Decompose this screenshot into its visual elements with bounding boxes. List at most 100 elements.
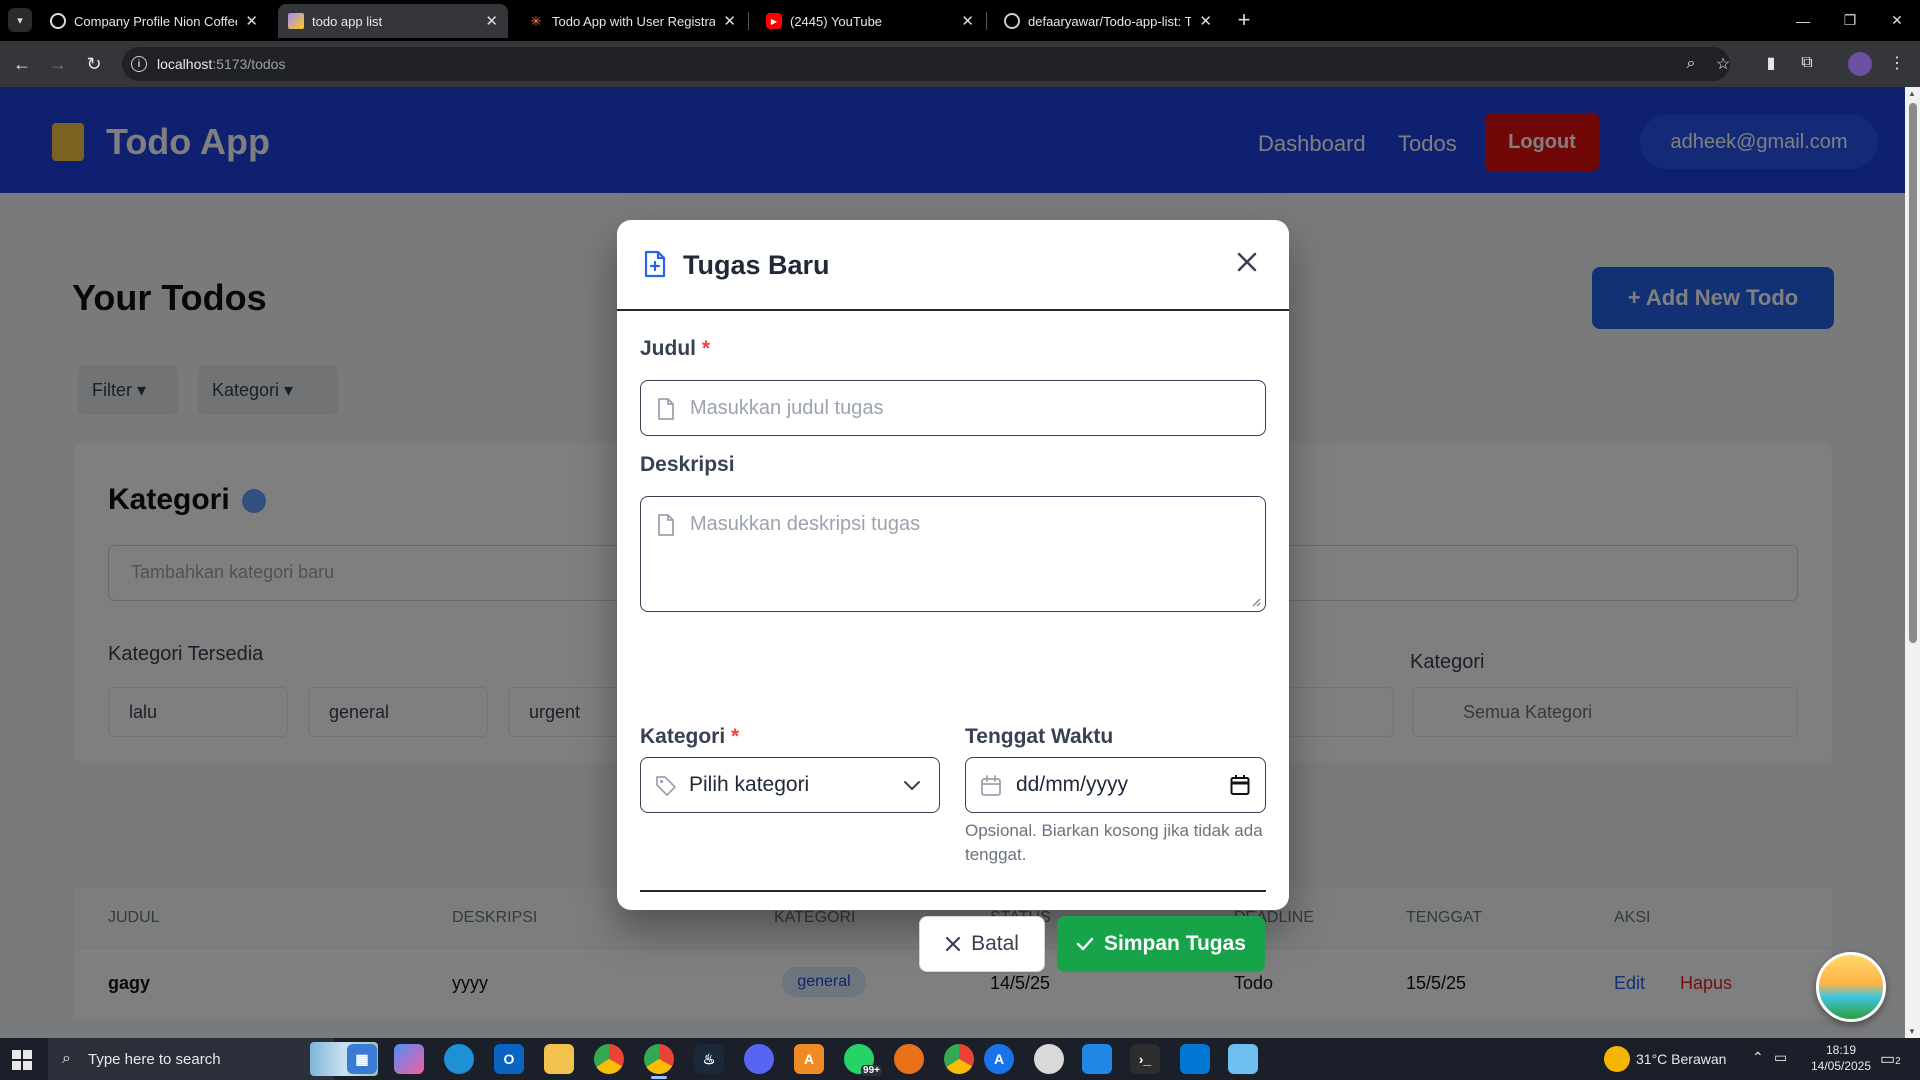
browser-toolbar: ← → ↻ i localhost:5173/todos ⌕ ☆ ▮ ⧉ ⋮ bbox=[0, 41, 1920, 87]
tenggat-value: dd/mm/yyyy bbox=[1016, 773, 1129, 796]
save-task-button[interactable]: Simpan Tugas bbox=[1057, 916, 1265, 972]
forward-icon[interactable]: → bbox=[44, 50, 72, 78]
deskripsi-placeholder: Masukkan deskripsi tugas bbox=[690, 513, 921, 535]
floating-assistant-icon[interactable] bbox=[1816, 952, 1886, 1022]
kategori-select[interactable]: Pilih kategori bbox=[640, 757, 940, 813]
restore-icon[interactable]: ❐ bbox=[1827, 0, 1873, 41]
app-notes-icon[interactable] bbox=[1228, 1044, 1258, 1074]
browser-menu-icon[interactable]: ⋮ bbox=[1886, 52, 1908, 74]
terminal-icon[interactable]: ›_ bbox=[1130, 1044, 1160, 1074]
notification-icon[interactable]: ▭2 bbox=[1880, 1049, 1901, 1069]
bookmark-star-icon[interactable]: ☆ bbox=[1712, 53, 1734, 75]
vscode-icon[interactable] bbox=[1180, 1044, 1210, 1074]
calendar-icon bbox=[981, 775, 1001, 796]
close-tab-icon[interactable]: ✕ bbox=[245, 12, 258, 30]
scroll-thumb[interactable] bbox=[1909, 103, 1917, 643]
tab-divider bbox=[986, 12, 987, 30]
modal-title: Tugas Baru bbox=[683, 250, 830, 280]
tray-chevron-up-icon[interactable]: ⌃ bbox=[1752, 1049, 1764, 1066]
tab-todo-app-list[interactable]: todo app list ✕ bbox=[278, 4, 508, 38]
file-plus-icon bbox=[644, 250, 666, 278]
app-store-icon[interactable]: A bbox=[984, 1044, 1014, 1074]
chrome-active-icon[interactable] bbox=[644, 1044, 674, 1079]
date-picker-icon[interactable] bbox=[1230, 774, 1250, 796]
app-a-icon[interactable]: A bbox=[794, 1044, 824, 1074]
tab-youtube[interactable]: ▶ (2445) YouTube ✕ bbox=[756, 4, 984, 38]
tag-icon bbox=[656, 776, 676, 796]
site-info-icon[interactable]: i bbox=[131, 56, 147, 72]
kategori-label: Kategori * bbox=[640, 725, 740, 748]
extensions-puzzle-icon[interactable]: ⧉ bbox=[1796, 52, 1818, 74]
required-mark: * bbox=[701, 337, 711, 360]
modal-header: Tugas Baru bbox=[617, 220, 1289, 311]
check-icon bbox=[1076, 937, 1094, 951]
file-icon bbox=[658, 514, 674, 536]
outlook-icon[interactable]: O bbox=[494, 1044, 524, 1074]
close-icon[interactable] bbox=[1235, 250, 1259, 274]
app-chart-icon[interactable] bbox=[1082, 1044, 1112, 1074]
close-tab-icon[interactable]: ✕ bbox=[961, 12, 974, 30]
page-scrollbar[interactable]: ▲ ▼ bbox=[1905, 87, 1920, 1038]
close-window-icon[interactable]: ✕ bbox=[1874, 0, 1920, 41]
taskbar-search-box[interactable]: ⌕ Type here to search bbox=[48, 1038, 378, 1080]
zoom-icon[interactable]: ⌕ bbox=[1680, 53, 1702, 75]
close-tab-icon[interactable]: ✕ bbox=[1199, 12, 1212, 30]
kategori-selected-value: Pilih kategori bbox=[689, 773, 810, 796]
minimize-icon[interactable]: — bbox=[1780, 0, 1826, 41]
tab-divider bbox=[748, 12, 749, 30]
deskripsi-textarea[interactable]: Masukkan deskripsi tugas bbox=[640, 496, 1266, 612]
file-explorer-icon[interactable] bbox=[544, 1044, 574, 1074]
chrome-profile-icon[interactable] bbox=[944, 1044, 974, 1074]
resize-handle-icon[interactable] bbox=[1249, 595, 1261, 607]
scroll-down-arrow-icon[interactable]: ▼ bbox=[1908, 1027, 1916, 1036]
copilot-icon[interactable] bbox=[394, 1044, 424, 1074]
whatsapp-badge: 99+ bbox=[861, 1065, 882, 1076]
windows-start-icon[interactable] bbox=[12, 1050, 32, 1070]
close-tab-icon[interactable]: ✕ bbox=[485, 12, 498, 30]
app-orange-icon[interactable] bbox=[894, 1044, 924, 1074]
tab-github[interactable]: defaaryawar/Todo-app-list: Tes ✕ bbox=[994, 4, 1222, 38]
tab-search-icon[interactable]: ▾ bbox=[8, 8, 32, 32]
judul-label: Judul * bbox=[640, 337, 711, 360]
discord-icon[interactable] bbox=[744, 1044, 774, 1074]
taskbar-clock[interactable]: 18:19 14/05/2025 bbox=[1796, 1042, 1886, 1074]
weather-icon[interactable] bbox=[1604, 1046, 1630, 1072]
app-globe-icon[interactable] bbox=[1034, 1044, 1064, 1074]
new-tab-icon[interactable]: + bbox=[1232, 6, 1256, 34]
file-icon bbox=[658, 398, 674, 420]
github-icon bbox=[1004, 13, 1020, 29]
tab-todo-registration[interactable]: ✳ Todo App with User Registratio ✕ bbox=[518, 4, 746, 38]
profile-avatar[interactable] bbox=[1848, 52, 1872, 76]
weather-text[interactable]: 31°C Berawan bbox=[1636, 1051, 1726, 1067]
scroll-up-arrow-icon[interactable]: ▲ bbox=[1908, 89, 1916, 98]
site-icon bbox=[50, 13, 66, 29]
reload-icon[interactable]: ↻ bbox=[80, 50, 108, 78]
edge-icon[interactable] bbox=[444, 1044, 474, 1074]
youtube-icon: ▶ bbox=[766, 13, 782, 29]
required-mark: * bbox=[731, 725, 740, 748]
close-tab-icon[interactable]: ✕ bbox=[723, 12, 736, 30]
close-icon bbox=[945, 936, 961, 952]
claude-icon: ✳ bbox=[530, 12, 542, 29]
chrome-icon[interactable] bbox=[594, 1044, 624, 1074]
tab-nion-coffee[interactable]: Company Profile Nion Coffee ✕ bbox=[40, 4, 268, 38]
address-bar[interactable]: i localhost:5173/todos ⌕ ☆ bbox=[122, 47, 1730, 81]
tenggat-date-input[interactable]: dd/mm/yyyy bbox=[965, 757, 1266, 813]
judul-input[interactable]: Masukkan judul tugas bbox=[640, 380, 1266, 436]
url-text[interactable]: localhost:5173/todos bbox=[157, 56, 285, 72]
steam-icon[interactable]: ♨ bbox=[694, 1044, 724, 1074]
back-icon[interactable]: ← bbox=[8, 50, 36, 78]
vite-icon bbox=[288, 13, 304, 29]
tenggat-hint: Opsional. Biarkan kosong jika tidak ada … bbox=[965, 821, 1263, 864]
whatsapp-icon[interactable]: 99+ bbox=[844, 1044, 882, 1076]
task-view-icon[interactable]: ▦ bbox=[347, 1044, 377, 1074]
deskripsi-label: Deskripsi bbox=[640, 453, 735, 476]
network-icon[interactable]: ▭ bbox=[1774, 1049, 1787, 1066]
cancel-button[interactable]: Batal bbox=[919, 916, 1045, 972]
windows-taskbar: ⌕ Type here to search ▦ O ♨ A 99+ A ›_ 3… bbox=[0, 1038, 1920, 1080]
page-viewport: Todo App Dashboard Todos Logout adheek@g… bbox=[0, 87, 1905, 1038]
extension-doc-icon[interactable]: ▮ bbox=[1760, 52, 1782, 74]
tenggat-label: Tenggat Waktu bbox=[965, 725, 1114, 748]
browser-tab-strip: ▾ Company Profile Nion Coffee ✕ todo app… bbox=[0, 0, 1920, 41]
chevron-down-icon bbox=[904, 781, 920, 791]
